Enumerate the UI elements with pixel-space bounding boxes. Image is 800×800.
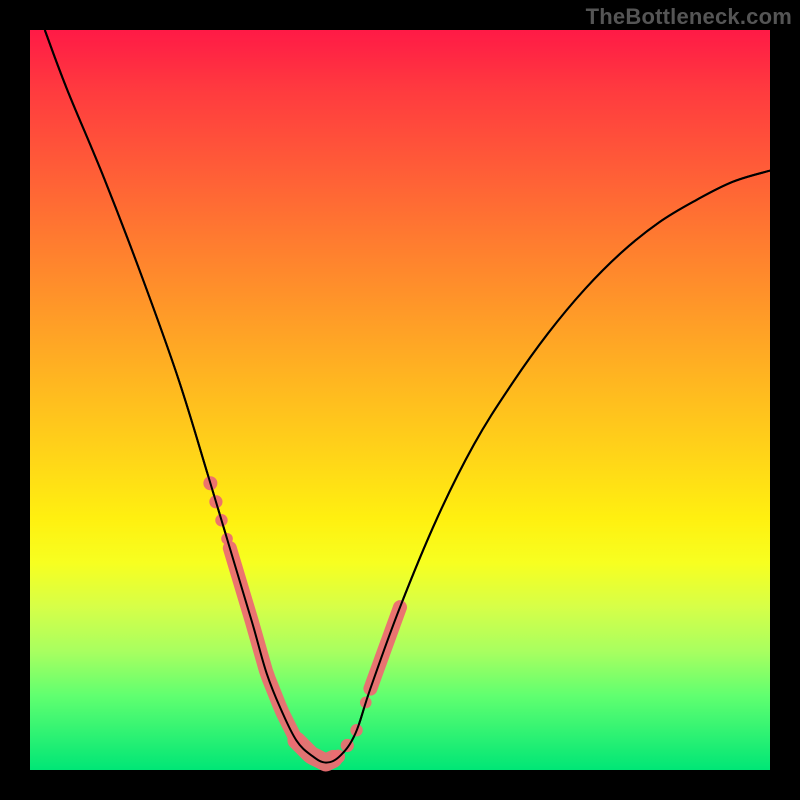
- highlight-thick-2: [296, 740, 333, 762]
- curve-path: [45, 30, 770, 763]
- chart-frame: TheBottleneck.com: [0, 0, 800, 800]
- highlight-thick-1: [230, 548, 297, 740]
- plot-area: [30, 30, 770, 770]
- bottleneck-curve-svg: [30, 30, 770, 770]
- watermark-text: TheBottleneck.com: [586, 4, 792, 30]
- curve-path-top: [45, 30, 770, 763]
